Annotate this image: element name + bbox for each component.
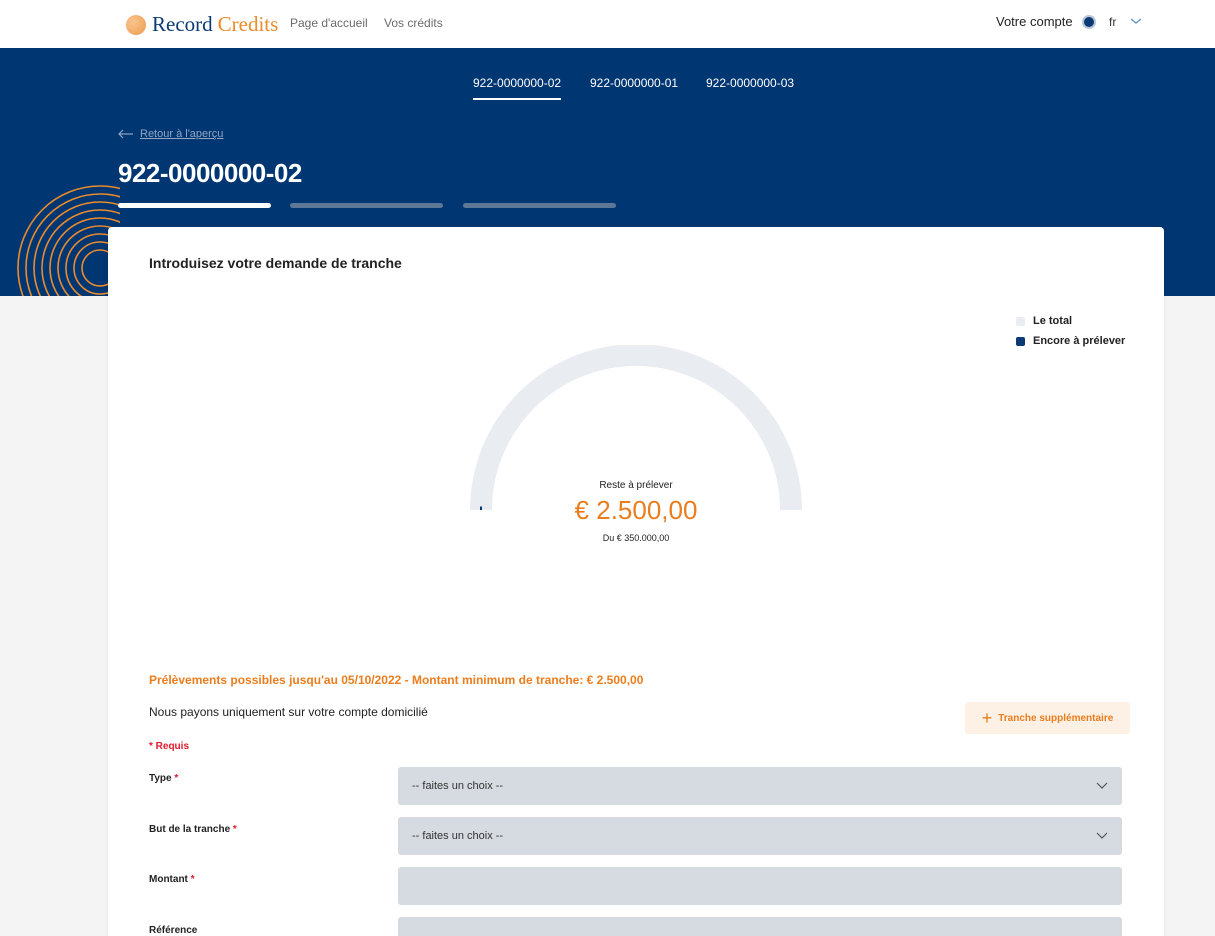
required-star: * <box>190 874 195 885</box>
chevron-down-icon <box>1096 832 1108 839</box>
withdrawal-notice: Prélèvements possibles jusqu'au 05/10/20… <box>149 673 644 687</box>
legend-item-total: Le total <box>1016 315 1125 327</box>
chart-legend: Le total Encore à prélever <box>1016 315 1125 355</box>
type-label: Type * <box>149 773 178 784</box>
nav-home-link[interactable]: Page d'accueil <box>290 16 368 30</box>
type-select[interactable]: -- faites un choix -- <box>398 767 1122 805</box>
tranche-request-card: Introduisez votre demande de tranche Le … <box>108 227 1164 936</box>
required-note: * Requis <box>149 741 190 752</box>
legend-swatch-remaining <box>1016 336 1025 346</box>
nav-credits-link[interactable]: Vos crédits <box>384 16 443 30</box>
step-indicator-1 <box>118 203 271 208</box>
payment-note: Nous payons uniquement sur votre compte … <box>149 705 428 719</box>
reference-label-text: Référence <box>149 925 198 936</box>
credit-tabs: 922-0000000-02 922-0000000-01 922-000000… <box>0 76 1215 106</box>
gauge-caption: Reste à prélever <box>599 480 673 491</box>
total-amount: Du € 350.000,00 <box>602 533 670 543</box>
legend-label-remaining: Encore à prélever <box>1033 335 1126 347</box>
account-link[interactable]: Votre compte <box>996 14 1073 29</box>
logo-icon <box>126 14 146 35</box>
brand-name-part1: Record <box>152 12 213 36</box>
tab-credit-02[interactable]: 922-0000000-02 <box>473 76 562 100</box>
legend-label-total: Le total <box>1033 315 1073 327</box>
tab-credit-01[interactable]: 922-0000000-01 <box>590 76 678 90</box>
page-title: 922-0000000-02 <box>118 158 302 188</box>
step-indicator-2 <box>290 203 443 208</box>
purpose-label: But de la tranche * <box>149 824 237 835</box>
top-nav: Record Credits Page d'accueil Vos crédit… <box>0 0 1215 48</box>
reference-input[interactable] <box>398 917 1122 936</box>
required-star: * <box>232 824 237 835</box>
fingerprint-decoration-icon <box>17 185 120 296</box>
card-title: Introduisez votre demande de tranche <box>149 255 402 271</box>
purpose-select[interactable]: -- faites un choix -- <box>398 817 1122 855</box>
amount-label-text: Montant <box>149 874 188 885</box>
type-label-text: Type <box>149 773 172 784</box>
amount-input[interactable] <box>398 867 1122 905</box>
brand-logo[interactable]: Record Credits <box>126 12 278 37</box>
legend-swatch-total <box>1016 316 1025 326</box>
user-avatar-icon[interactable] <box>1082 15 1096 29</box>
add-tranche-label: Tranche supplémentaire <box>998 712 1114 724</box>
purpose-label-text: But de la tranche <box>149 824 231 835</box>
chevron-down-icon[interactable] <box>1130 16 1142 26</box>
add-tranche-button[interactable]: + Tranche supplémentaire <box>965 702 1130 734</box>
back-to-overview-link[interactable]: Retour à l'aperçu <box>118 128 223 140</box>
step-indicator-3 <box>463 203 616 208</box>
legend-item-remaining: Encore à prélever <box>1016 335 1125 347</box>
brand-name-part2: Credits <box>217 12 279 36</box>
type-select-value: -- faites un choix -- <box>412 780 504 792</box>
language-select[interactable]: fr <box>1109 15 1116 29</box>
amount-label: Montant * <box>149 874 195 885</box>
chevron-down-icon <box>1096 782 1108 789</box>
required-star: * <box>174 773 179 784</box>
plus-icon: + <box>981 708 993 728</box>
back-link-label: Retour à l'aperçu <box>140 128 224 140</box>
purpose-select-value: -- faites un choix -- <box>412 830 504 842</box>
reference-label: Référence <box>149 925 197 936</box>
tab-credit-03[interactable]: 922-0000000-03 <box>706 76 794 90</box>
remaining-amount: € 2.500,00 <box>574 495 698 525</box>
arrow-left-icon <box>118 129 133 139</box>
